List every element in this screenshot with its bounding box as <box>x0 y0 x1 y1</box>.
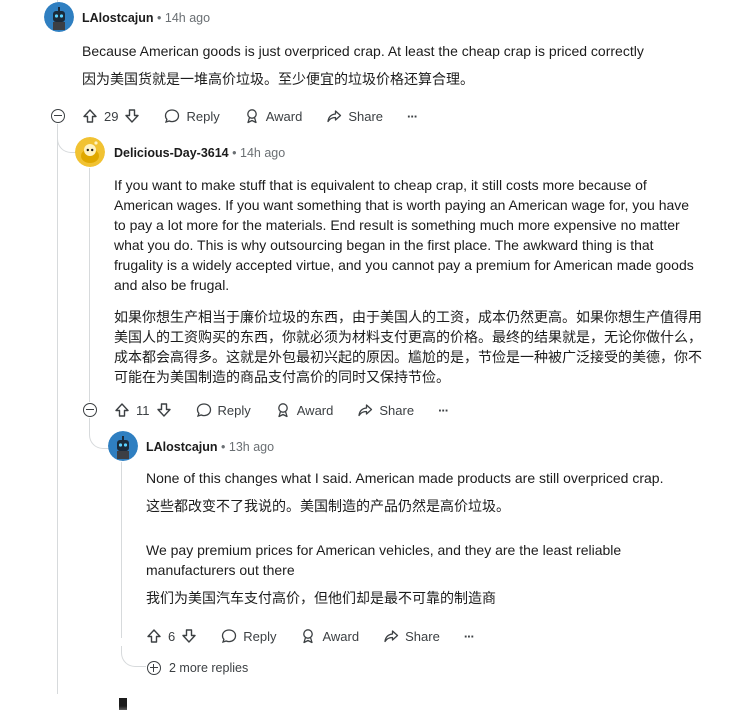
avatar[interactable] <box>108 431 138 461</box>
expand-icon <box>147 661 161 675</box>
share-label: Share <box>348 108 384 124</box>
username[interactable]: LAlostcajun <box>146 440 218 454</box>
collapse-thread-button[interactable] <box>83 403 97 417</box>
downvote-icon[interactable] <box>181 628 197 644</box>
downvote-icon[interactable] <box>156 402 172 418</box>
reply-button[interactable]: Reply <box>196 402 251 418</box>
collapse-thread-button[interactable] <box>51 109 65 123</box>
comment-bubble-icon <box>196 403 211 417</box>
comment-meta: Delicious-Day-3614 • 14h ago <box>114 146 285 160</box>
upvote-icon[interactable] <box>114 402 130 418</box>
separator-dot: • <box>157 11 162 25</box>
thread-line-1 <box>57 124 58 694</box>
thread-branch-2 <box>57 124 76 153</box>
separator-dot: • <box>232 146 237 160</box>
thread-line-3 <box>121 462 122 638</box>
vote-group: 11 <box>114 402 172 418</box>
vote-count: 29 <box>104 108 119 124</box>
award-button[interactable]: Award <box>275 402 334 418</box>
more-options-icon: ··· <box>438 402 449 418</box>
comment-text-en: None of this changes what I said. Americ… <box>146 470 664 486</box>
more-options-icon: ··· <box>463 628 475 644</box>
comment-bubble-icon <box>165 109 180 123</box>
comment-text-zh-2: 我们为美国汽车支付高价，但他们却是最不可靠的制造商 <box>146 590 496 606</box>
user-avatar-icon <box>44 2 74 32</box>
bottom-fade <box>0 706 738 720</box>
separator-dot: • <box>221 440 226 454</box>
more-options-button[interactable]: ··· <box>463 628 475 644</box>
comment-bubble-icon <box>222 629 237 643</box>
reply-label: Reply <box>186 108 220 124</box>
more-replies-button[interactable]: 2 more replies <box>147 661 248 675</box>
comment-body: Because American goods is just overprice… <box>82 41 702 89</box>
comment-meta: LAlostcajun • 13h ago <box>146 440 274 454</box>
award-label: Award <box>322 628 360 644</box>
share-label: Share <box>405 628 440 644</box>
comment-text-en-2: We pay premium prices for American vehic… <box>146 542 622 578</box>
snoo-avatar-icon <box>75 137 105 167</box>
award-label: Award <box>265 108 303 124</box>
vote-group: 6 <box>146 628 197 644</box>
award-button[interactable]: Award <box>244 108 303 124</box>
reply-button[interactable]: Reply <box>164 108 220 124</box>
comment-actions: 11 Reply Award Share ··· <box>114 400 449 420</box>
timestamp: 14h ago <box>164 11 211 25</box>
username[interactable]: Delicious-Day-3614 <box>114 146 229 160</box>
more-options-icon: ··· <box>407 108 418 124</box>
award-icon <box>303 629 314 644</box>
share-icon <box>327 110 342 123</box>
downvote-icon[interactable] <box>124 108 140 124</box>
comment-body: None of this changes what I said. Americ… <box>146 468 686 608</box>
comment-text-zh: 如果你想生产相当于廉价垃圾的东西，由于美国人的工资，成本仍然更高。如果你想生产值… <box>114 309 702 385</box>
comment-text-zh: 这些都改变不了我说的。美国制造的产品仍然是高价垃圾。 <box>146 498 510 514</box>
more-options-button[interactable]: ··· <box>438 402 449 418</box>
vote-group: 29 <box>82 108 140 124</box>
username[interactable]: LAlostcajun <box>82 11 154 25</box>
avatar[interactable] <box>44 2 74 32</box>
share-button[interactable]: Share <box>383 628 440 644</box>
award-label: Award <box>296 402 334 418</box>
award-button[interactable]: Award <box>300 628 359 644</box>
timestamp: 13h ago <box>228 440 275 454</box>
vote-count: 11 <box>136 402 150 418</box>
share-button[interactable]: Share <box>326 108 383 124</box>
award-icon <box>246 109 257 124</box>
vote-count: 6 <box>168 628 176 644</box>
comment-actions: 29 Reply Award Share ··· <box>82 106 418 126</box>
reply-label: Reply <box>217 402 251 418</box>
comment-text-en: Because American goods is just overprice… <box>82 43 644 59</box>
thread-branch-more <box>121 646 146 667</box>
comment-actions: 6 Reply Award Share ··· <box>146 626 475 646</box>
share-icon <box>358 404 373 417</box>
share-button[interactable]: Share <box>357 402 414 418</box>
comment-meta: LAlostcajun • 14h ago <box>82 11 210 25</box>
more-options-button[interactable]: ··· <box>407 108 418 124</box>
comment-text-en: If you want to make stuff that is equiva… <box>114 177 694 293</box>
more-replies-label: 2 more replies <box>169 661 249 675</box>
share-icon <box>384 630 399 643</box>
comment-body: If you want to make stuff that is equiva… <box>114 175 704 387</box>
timestamp: 14h ago <box>240 146 286 160</box>
thread-branch-3 <box>89 418 110 449</box>
upvote-icon[interactable] <box>146 628 162 644</box>
share-label: Share <box>379 402 415 418</box>
upvote-icon[interactable] <box>82 108 98 124</box>
avatar[interactable] <box>75 137 105 167</box>
award-icon <box>277 403 288 418</box>
thread-line-2 <box>89 168 90 402</box>
comment-text-zh: 因为美国货就是一堆高价垃圾。至少便宜的垃圾价格还算合理。 <box>82 71 474 87</box>
user-avatar-icon <box>108 431 138 461</box>
reply-label: Reply <box>243 628 277 644</box>
reply-button[interactable]: Reply <box>221 628 276 644</box>
